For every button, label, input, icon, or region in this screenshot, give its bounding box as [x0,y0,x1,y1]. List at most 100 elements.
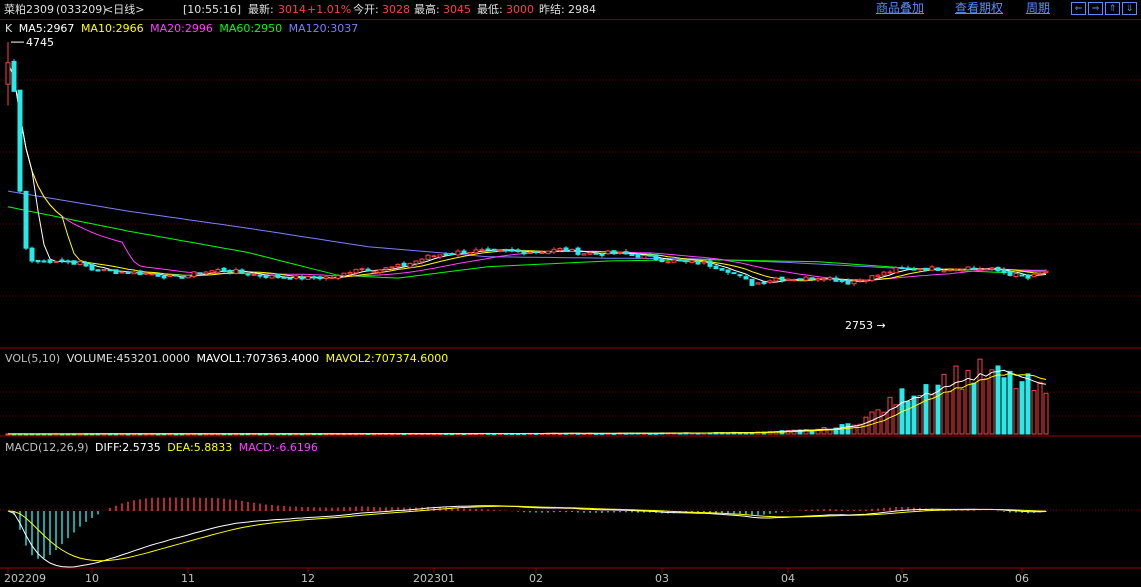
candle-body [245,273,251,276]
candle-body [851,280,857,285]
candle-body [443,253,449,256]
x-axis-label: 06 [1015,572,1029,585]
ma60-line [7,206,1047,279]
candle-body [299,276,305,280]
candle-body [317,276,323,280]
candle-body [305,275,311,280]
ma120-legend: MA120:3037 [288,22,359,35]
candle-body [731,272,737,275]
candle-body [407,262,413,268]
candle-body [263,274,269,278]
candle-body [839,279,845,282]
volume-bar [989,369,995,435]
x-axis-label: 05 [895,572,909,585]
ma20-legend: MA20:2996 [150,22,213,35]
candle-body [515,249,521,253]
candle-body [647,254,653,257]
candle-body [437,254,443,258]
candle-body [149,273,155,276]
volume-bar [965,369,971,435]
candle-body [521,251,527,255]
candle-body [167,274,173,278]
candle-body [779,276,785,281]
candle-body [377,269,383,273]
candle-body [1019,274,1025,277]
candle-body [725,269,731,273]
candle-body [713,265,719,270]
volume-legend: VOL(5,10) VOLUME:453201.0000 MAVOL1:7073… [5,352,451,365]
candle-body [737,274,743,277]
candle-body [689,260,695,263]
candle-body [257,274,263,277]
x-axis-label: 10 [85,572,99,585]
candle-body [143,272,149,275]
candle-body [173,274,179,277]
candle-body [929,266,935,271]
candle-body [455,250,461,256]
candle-body [539,251,545,254]
macd-dea: DEA:5.8833 [167,441,233,454]
candle-body [599,253,605,256]
candle-body [1013,273,1019,277]
candle-body [719,268,725,271]
candle-body [509,248,515,252]
candle-body [533,251,539,254]
candle-body [485,248,491,251]
candle-body [1043,270,1049,273]
candlestick-chart[interactable]: 4745 2753 → 202209 10 11 12 202301 02 03 04 05 06 [0,0,1141,587]
volume-bar [941,373,947,435]
candle-body [953,268,959,271]
candle-body [833,277,839,282]
candle-body [959,269,965,272]
candle-body [503,249,509,252]
volume-bar [1007,370,1013,435]
candle-body [425,254,431,260]
candle-body [623,251,629,255]
candle-body [809,277,815,280]
volume-bar [983,378,989,435]
candle-body [473,249,479,254]
candle-body [41,260,47,263]
candle-body [269,275,275,279]
candle-body [215,269,221,273]
candle-body [803,276,809,281]
candle-body [923,267,929,271]
candle-body [497,249,503,252]
candle-body [131,271,137,275]
ma10-line [7,62,1047,282]
candle-body [119,271,125,274]
candle-body [905,267,911,270]
candle-body [1025,274,1031,279]
candle-body [467,251,473,255]
volume-bar [1043,392,1049,435]
candle-body [239,269,245,274]
candle-body [275,273,281,279]
candle-body [773,277,779,282]
candle-body [707,260,713,267]
x-axis-label: 202301 [413,572,455,585]
candle-body [785,278,791,281]
volume-bar [911,395,917,435]
candle-body [401,262,407,267]
candle-body [575,247,581,255]
candle-body [323,276,329,279]
low-annotation: 2753 → [845,319,886,332]
vol-mavol2: MAVOL2:707374.6000 [325,352,449,365]
ma10-legend: MA10:2966 [80,22,144,35]
candle-body [395,263,401,268]
volume-bar [869,411,875,435]
candle-body [899,267,905,270]
volume-bar [923,384,929,435]
candle-body [917,268,923,271]
candle-body [419,258,425,263]
candle-body [677,259,683,262]
volume-bar [947,391,953,435]
candle-body [935,267,941,271]
candle-body [113,269,119,275]
candle-body [155,273,161,277]
candle-body [887,271,893,274]
candle-body [683,260,689,263]
candle-body [479,249,485,252]
candle-body [329,276,335,279]
candle-body [1007,271,1013,276]
